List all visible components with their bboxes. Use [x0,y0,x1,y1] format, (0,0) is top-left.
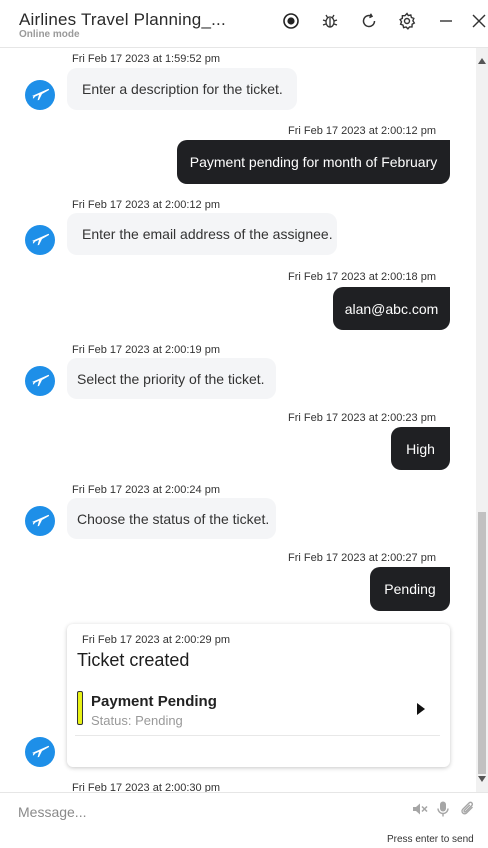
bot-avatar [25,366,55,396]
bot-message: Enter a description for the ticket. [67,68,297,110]
scroll-up-arrow[interactable] [478,58,486,64]
speaker-toggle-button[interactable] [410,801,430,821]
debug-button[interactable] [319,12,341,34]
ticket-item-title: Payment Pending [91,693,217,710]
bot-message-text: Enter the email address of the assignee. [82,226,333,242]
chevron-right-icon [417,703,425,715]
message-timestamp: Fri Feb 17 2023 at 2:00:30 pm [72,782,220,792]
airplane-icon [30,740,50,765]
refresh-button[interactable] [358,12,380,34]
bug-icon [321,12,339,35]
microphone-icon [434,800,452,823]
message-timestamp: Fri Feb 17 2023 at 2:00:12 pm [72,199,220,211]
scrollbar[interactable] [476,48,488,792]
message-input[interactable] [18,801,398,823]
user-message-text: High [406,440,435,457]
user-message: alan@abc.com [333,287,450,330]
user-message: Payment pending for month of February [177,140,450,184]
bot-avatar [25,80,55,110]
bot-avatar [25,506,55,536]
user-message-text: alan@abc.com [344,300,439,317]
airplane-icon [30,83,50,108]
message-timestamp: Fri Feb 17 2023 at 2:00:18 pm [288,271,436,283]
chat-header: Airlines Travel Planning_... Online mode [0,0,488,48]
bot-message-text: Enter a description for the ticket. [82,81,283,97]
speaker-muted-icon [411,800,429,823]
message-timestamp: Fri Feb 17 2023 at 2:00:29 pm [82,634,230,646]
scroll-thumb[interactable] [478,512,486,774]
bot-message: Enter the email address of the assignee. [67,213,337,255]
user-message-text: Payment pending for month of February [189,154,438,170]
record-icon [282,12,300,35]
ticket-card-title: Ticket created [77,650,190,670]
attach-button[interactable] [458,801,478,821]
message-timestamp: Fri Feb 17 2023 at 2:00:12 pm [288,125,436,137]
close-icon [471,13,487,34]
bot-message-text: Choose the status of the ticket. [77,510,270,527]
bot-message: Choose the status of the ticket. [67,498,276,539]
user-message: High [391,427,450,470]
connection-status: Online mode [19,29,80,40]
record-button[interactable] [280,12,302,34]
window-title: Airlines Travel Planning_... [19,10,226,29]
airplane-icon [30,228,50,253]
microphone-button[interactable] [433,801,453,821]
scroll-down-arrow[interactable] [478,776,486,782]
refresh-icon [360,12,378,35]
user-message: Pending [370,567,450,611]
message-list[interactable]: Fri Feb 17 2023 at 1:59:52 pm Enter a de… [0,48,476,792]
airplane-icon [30,369,50,394]
airplane-icon [30,509,50,534]
message-timestamp: Fri Feb 17 2023 at 2:00:23 pm [288,412,436,424]
minimize-icon [438,13,454,34]
message-timestamp: Fri Feb 17 2023 at 2:00:19 pm [72,344,220,356]
ticket-item-status: Status: Pending [91,713,183,728]
message-timestamp: Fri Feb 17 2023 at 2:00:24 pm [72,484,220,496]
bot-message-text: Select the priority of the ticket. [77,370,265,387]
status-indicator [77,691,83,725]
ticket-item[interactable]: Payment Pending Status: Pending [75,688,440,736]
close-button[interactable] [468,12,488,34]
paperclip-icon [459,800,477,823]
send-hint: Press enter to send [387,834,474,845]
bot-message: Select the priority of the ticket. [67,358,276,399]
minimize-button[interactable] [435,12,457,34]
settings-button[interactable] [396,11,418,35]
message-composer: Press enter to send [0,792,488,848]
ticket-card: Fri Feb 17 2023 at 2:00:29 pm Ticket cre… [67,624,450,767]
bot-avatar [25,225,55,255]
bot-avatar [25,737,55,767]
message-timestamp: Fri Feb 17 2023 at 1:59:52 pm [72,53,220,65]
message-timestamp: Fri Feb 17 2023 at 2:00:27 pm [288,552,436,564]
settings-icon [398,11,416,35]
user-message-text: Pending [384,581,436,597]
